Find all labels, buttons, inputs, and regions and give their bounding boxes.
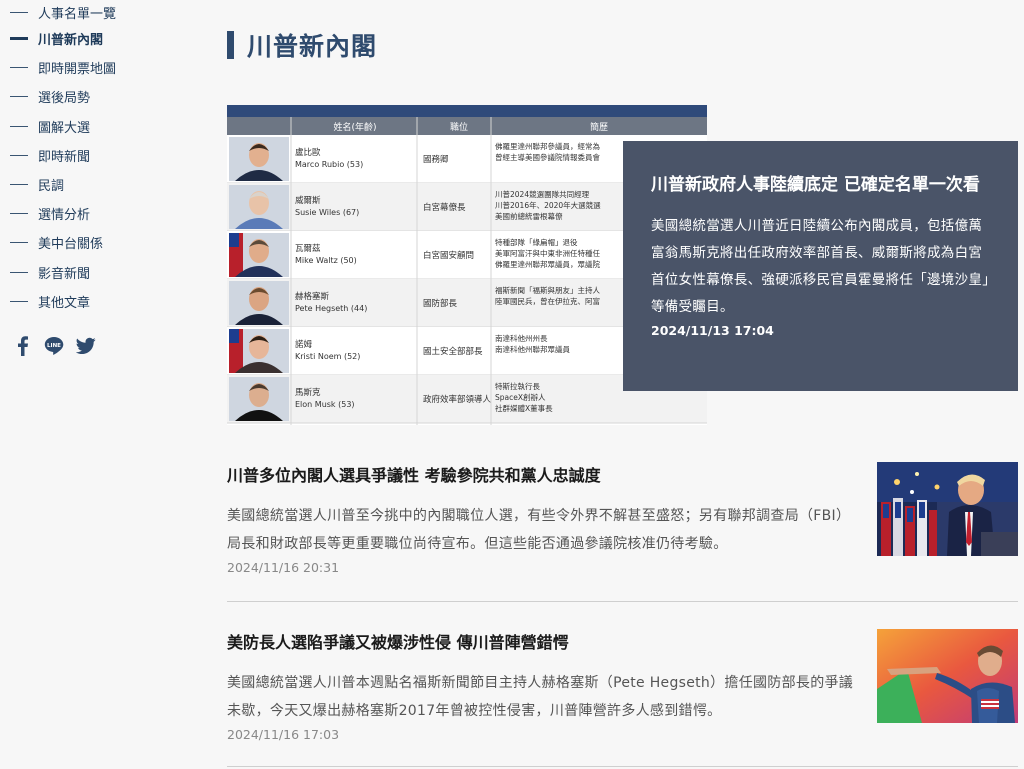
- nav-dash: [10, 11, 28, 13]
- article-date: 2024/11/16 20:31: [227, 560, 340, 575]
- sidebar-item-5[interactable]: 即時新聞: [10, 141, 190, 170]
- row-name: 馬斯克: [295, 387, 321, 398]
- sidebar-item-2[interactable]: 即時開票地圖: [10, 53, 190, 82]
- row-note: 南達科他州聯邦眾議員: [495, 344, 570, 354]
- social-links: LINE: [10, 336, 190, 356]
- sidebar-item-4[interactable]: 圖解大選: [10, 112, 190, 141]
- row-name-en: Kristi Noem (52): [295, 352, 360, 361]
- row-role: 政府效率部領導人: [423, 394, 492, 405]
- sidebar-item-3[interactable]: 選後局勢: [10, 82, 190, 111]
- nav-dash: [10, 125, 28, 127]
- row-name-en: Marco Rubio (53): [295, 160, 363, 169]
- row-note: 社群媒體X董事長: [495, 403, 553, 413]
- nav-dash: [10, 67, 28, 69]
- twitter-icon[interactable]: [76, 336, 96, 356]
- sidebar-item-label: 即時新聞: [38, 149, 91, 165]
- nav-dash: [10, 154, 28, 156]
- row-role: 白宮幕僚長: [423, 202, 466, 213]
- hero-card[interactable]: 川普新政府人事陸續底定 已確定名單一次看 美國總統當選人川普近日陸續公布內閣成員…: [623, 141, 1018, 391]
- hero-title[interactable]: 川普新政府人事陸續底定 已確定名單一次看: [651, 171, 990, 199]
- hero-date: 2024/11/13 17:04: [651, 323, 774, 338]
- nav-dash: [10, 37, 28, 41]
- sidebar-item-1[interactable]: 川普新內閣: [10, 24, 190, 53]
- line-icon[interactable]: LINE: [44, 336, 64, 356]
- article-divider: [227, 766, 1018, 767]
- sidebar-item-label: 人事名單一覽: [38, 6, 117, 22]
- article-date: 2024/11/16 17:03: [227, 727, 340, 742]
- nav-dash: [10, 213, 28, 215]
- sidebar-item-label: 圖解大選: [38, 120, 91, 136]
- row-name: 諾姆: [295, 339, 313, 350]
- sidebar-item-label: 其他文章: [38, 295, 91, 311]
- row-role: 國務卿: [423, 154, 449, 165]
- sidebar-nav: 人事名單一覽 川普新內閣即時開票地圖 選後局勢圖解大選即時新聞民調選情分析美中台關係…: [10, 0, 190, 356]
- sidebar-item-label: 川普新內閣: [38, 33, 104, 49]
- row-note: 陸軍國民兵，曾在伊拉克、阿富: [495, 296, 600, 306]
- title-accent-bar: [227, 31, 234, 59]
- row-name-en: Elon Musk (53): [295, 400, 355, 409]
- article-divider: [227, 601, 1018, 602]
- row-name: 威爾斯: [295, 195, 321, 206]
- row-note: 美軍阿富汗與中東非洲任特種任: [495, 248, 600, 258]
- sidebar-item-label: 影音新聞: [38, 266, 91, 282]
- sidebar-item-7[interactable]: 選情分析: [10, 199, 190, 228]
- article-summary: 美國總統當選人川普至今挑中的內閣職位人選，有些令外界不解甚至盛怒；另有聯邦調查局…: [227, 508, 851, 552]
- sidebar-item-label: 即時開票地圖: [38, 62, 117, 78]
- sidebar-item-6[interactable]: 民調: [10, 170, 190, 199]
- sidebar-item-label: 選情分析: [38, 208, 91, 224]
- sidebar-item-10[interactable]: 其他文章: [10, 287, 190, 316]
- table-header-cell: 職位: [450, 121, 468, 133]
- flag-canton: [229, 329, 239, 343]
- svg-text:LINE: LINE: [47, 343, 61, 349]
- article-item: 川普多位內閣人選具爭議性 考驗參院共和黨人忠誠度 美國總統當選人川普至今挑中的內…: [227, 462, 1018, 575]
- page-header: 川普新內閣: [227, 28, 377, 62]
- nav-dash: [10, 96, 28, 98]
- row-name: 瓦爾茲: [295, 243, 321, 254]
- article-item: 美防長人選陷爭議又被爆涉性侵 傳川普陣營錯愕 美國總統當選人川普本週點名福斯新聞…: [227, 629, 1018, 742]
- row-name-en: Susie Wiles (67): [295, 208, 359, 217]
- sidebar-item-8[interactable]: 美中台關係: [10, 228, 190, 257]
- row-note: 佛羅里達州聯邦參議員，經常為: [495, 141, 600, 151]
- row-name: 盧比歐: [295, 147, 321, 158]
- row-name-en: Pete Hegseth (44): [295, 304, 367, 313]
- facebook-icon[interactable]: [12, 336, 32, 356]
- row-note: 福斯新聞「福斯與朋友」主持人: [495, 285, 600, 295]
- sidebar-item-label: 民調: [38, 179, 65, 195]
- nav-list: 人事名單一覽 川普新內閣即時開票地圖 選後局勢圖解大選即時新聞民調選情分析美中台關係…: [10, 0, 190, 316]
- row-note: 美國前總統雷根幕僚: [495, 211, 563, 221]
- nav-dash: [10, 184, 28, 186]
- row-note: 南達科他州州長: [495, 333, 548, 343]
- row-note: 特種部隊「綠扁帽」退役: [495, 237, 578, 247]
- sidebar-item-0[interactable]: 人事名單一覽: [10, 0, 190, 24]
- row-note: 佛羅里達州聯邦眾議員，眾議院: [495, 259, 600, 269]
- row-name-en: Mike Waltz (50): [295, 256, 357, 265]
- table-header-cell: 簡歷: [590, 121, 608, 133]
- sidebar-item-9[interactable]: 影音新聞: [10, 258, 190, 287]
- article-thumbnail[interactable]: [877, 629, 1018, 723]
- row-name: 赫格塞斯: [295, 291, 330, 302]
- nav-dash: [10, 300, 28, 302]
- table-title-band: [227, 105, 707, 117]
- sidebar-item-label: 選後局勢: [38, 91, 91, 107]
- page-title: 川普新內閣: [247, 32, 378, 61]
- row-role: 國防部長: [423, 298, 458, 309]
- row-note: 川普2016年、2020年大選競選: [495, 200, 601, 210]
- article-summary: 美國總統當選人川普本週點名福斯新聞節目主持人赫格塞斯（Pete Hegseth）…: [227, 675, 854, 719]
- article-thumbnail[interactable]: [877, 462, 1018, 556]
- row-role: 國土安全部部長: [423, 346, 483, 357]
- nav-dash: [10, 271, 28, 273]
- row-role: 白宮國安顧問: [423, 250, 474, 261]
- sidebar-item-label: 美中台關係: [38, 237, 104, 253]
- row-note: 川普2024競選團隊共同經理: [495, 189, 590, 199]
- table-header-cell: 姓名(年齡): [333, 121, 376, 133]
- hero-summary: 美國總統當選人川普近日陸續公布內閣成員，包括億萬富翁馬斯克將出任政府效率部首長、…: [651, 218, 990, 315]
- row-note: 曾經主導美國參議院情報委員會: [495, 152, 600, 162]
- row-note: 特斯拉執行長: [495, 381, 540, 391]
- row-note: SpaceX創辦人: [495, 392, 546, 402]
- nav-dash: [10, 242, 28, 244]
- flag-canton: [229, 233, 239, 247]
